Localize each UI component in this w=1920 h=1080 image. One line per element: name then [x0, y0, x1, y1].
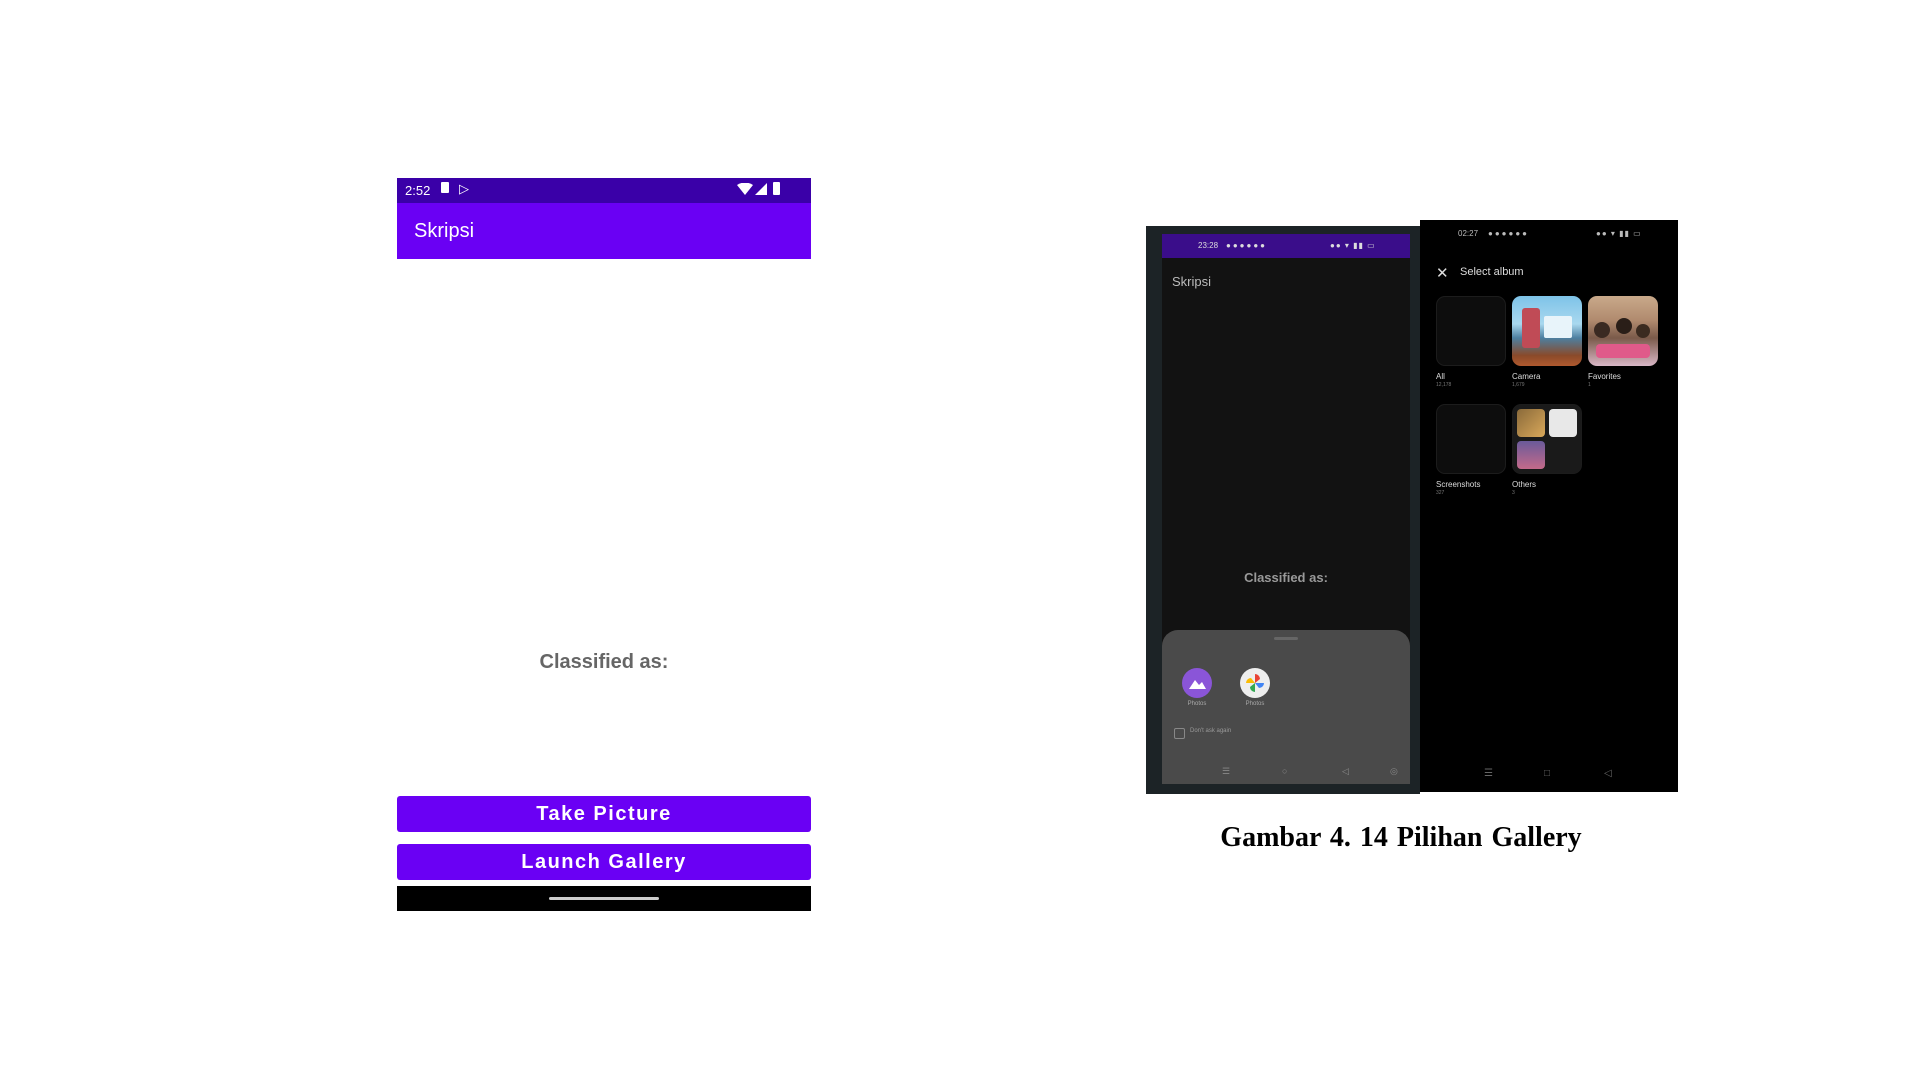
status-bar: 23:28 ●●●●●● ●● ▾ ▮▮ ▭	[1162, 234, 1410, 258]
status-time: 23:28	[1198, 241, 1219, 250]
chooser-app-photos[interactable]: Photos	[1174, 668, 1220, 707]
album-tile-screenshots[interactable]: Screenshots 327	[1436, 404, 1506, 496]
navigation-bar	[397, 886, 811, 911]
album-tile-favorites[interactable]: Favorites 1	[1588, 296, 1658, 388]
take-picture-button[interactable]: Take Picture	[397, 796, 811, 832]
launch-gallery-button[interactable]: Launch Gallery	[397, 844, 811, 880]
system-status-icons: ●● ▾ ▮▮ ▭	[1330, 241, 1376, 250]
album-thumbnail	[1436, 404, 1506, 474]
chooser-app-label: Photos	[1245, 701, 1265, 707]
photo-content-shape	[1544, 316, 1572, 338]
menu-nav-icon[interactable]: ☰	[1484, 768, 1493, 779]
photo-content-shape	[1522, 308, 1540, 348]
home-nav-icon[interactable]: ○	[1282, 766, 1287, 776]
notification-icons: ●●●●●●	[1226, 241, 1267, 250]
back-nav-icon[interactable]: ◁	[1342, 766, 1349, 777]
dont-ask-again-checkbox[interactable]	[1174, 728, 1185, 739]
dont-ask-again-label: Don't ask again	[1190, 728, 1232, 734]
notification-icons: ●●●●●●	[1488, 229, 1529, 238]
album-picker-phone-screen: 02:27 ●●●●●● ●● ▾ ▮▮ ▭ ✕ Select album Al…	[1420, 220, 1678, 792]
app-title: Skripsi	[1172, 274, 1212, 289]
photo-content-shape	[1594, 322, 1610, 338]
google-photos-icon	[1240, 668, 1270, 698]
album-name: All	[1436, 372, 1445, 381]
photo-content-shape	[1596, 344, 1650, 358]
album-name: Others	[1512, 480, 1537, 489]
album-tile-camera[interactable]: Camera 1,679	[1512, 296, 1582, 388]
photo-content-shape	[1549, 409, 1577, 437]
chooser-phone-screen: 23:28 ●●●●●● ●● ▾ ▮▮ ▭ Skripsi Classifie…	[1162, 234, 1410, 784]
photo-content-shape	[1636, 324, 1650, 338]
album-thumbnail	[1512, 404, 1582, 474]
album-thumbnail	[1436, 296, 1506, 366]
sd-card-icon	[441, 182, 449, 193]
menu-nav-icon[interactable]: ☰	[1222, 766, 1230, 777]
sheet-handle[interactable]	[1274, 637, 1298, 640]
accessibility-nav-icon[interactable]: ◎	[1390, 766, 1398, 777]
chooser-app-google-photos[interactable]: Photos	[1232, 668, 1278, 707]
select-album-header: Select album	[1460, 266, 1524, 278]
album-name: Favorites	[1588, 372, 1621, 381]
left-phone-screen: 2:52 ▷ Skripsi Classified as: Take Pictu…	[397, 178, 811, 912]
album-name: Camera	[1512, 372, 1541, 381]
photo-content-shape	[1616, 318, 1632, 334]
album-thumbnail	[1588, 296, 1658, 366]
figure-caption: Gambar 4. 14 Pilihan Gallery	[1220, 822, 1582, 853]
battery-icon	[773, 182, 780, 195]
signal-icon	[755, 183, 767, 195]
album-count: 12,178	[1436, 382, 1452, 388]
album-count: 3	[1512, 490, 1515, 496]
album-count: 1	[1588, 382, 1591, 388]
chooser-phone-frame: 23:28 ●●●●●● ●● ▾ ▮▮ ▭ Skripsi Classifie…	[1146, 226, 1420, 794]
album-name: Screenshots	[1436, 480, 1481, 489]
album-tile-others[interactable]: Others 3	[1512, 404, 1582, 496]
close-icon[interactable]: ✕	[1436, 264, 1449, 282]
status-bar: 2:52 ▷	[397, 178, 811, 203]
album-count: 1,679	[1512, 382, 1525, 388]
album-thumbnail	[1512, 296, 1582, 366]
home-nav-icon[interactable]: □	[1544, 768, 1550, 779]
app-bar: Skripsi	[397, 203, 811, 259]
status-time: 02:27	[1458, 229, 1479, 238]
chooser-app-label: Photos	[1187, 701, 1207, 707]
status-bar: 02:27 ●●●●●● ●● ▾ ▮▮ ▭	[1420, 220, 1678, 242]
album-tile-all[interactable]: All 12,178	[1436, 296, 1506, 388]
status-time: 2:52	[405, 183, 431, 198]
album-count: 327	[1436, 490, 1445, 496]
classified-label: Classified as:	[1244, 570, 1328, 585]
app-chooser-sheet: Photos Photos Don't ask again ☰ ○ ◁ ◎	[1162, 630, 1410, 784]
play-protect-icon: ▷	[459, 181, 469, 196]
app-title: Skripsi	[414, 220, 475, 242]
photo-content-shape	[1517, 409, 1545, 437]
system-status-icons: ●● ▾ ▮▮ ▭	[1596, 229, 1642, 238]
classified-label: Classified as:	[539, 651, 669, 673]
photos-app-icon	[1182, 668, 1212, 698]
home-gesture-handle[interactable]	[549, 897, 659, 900]
back-nav-icon[interactable]: ◁	[1604, 768, 1612, 779]
photo-content-shape	[1517, 441, 1545, 469]
wifi-icon	[737, 183, 753, 195]
